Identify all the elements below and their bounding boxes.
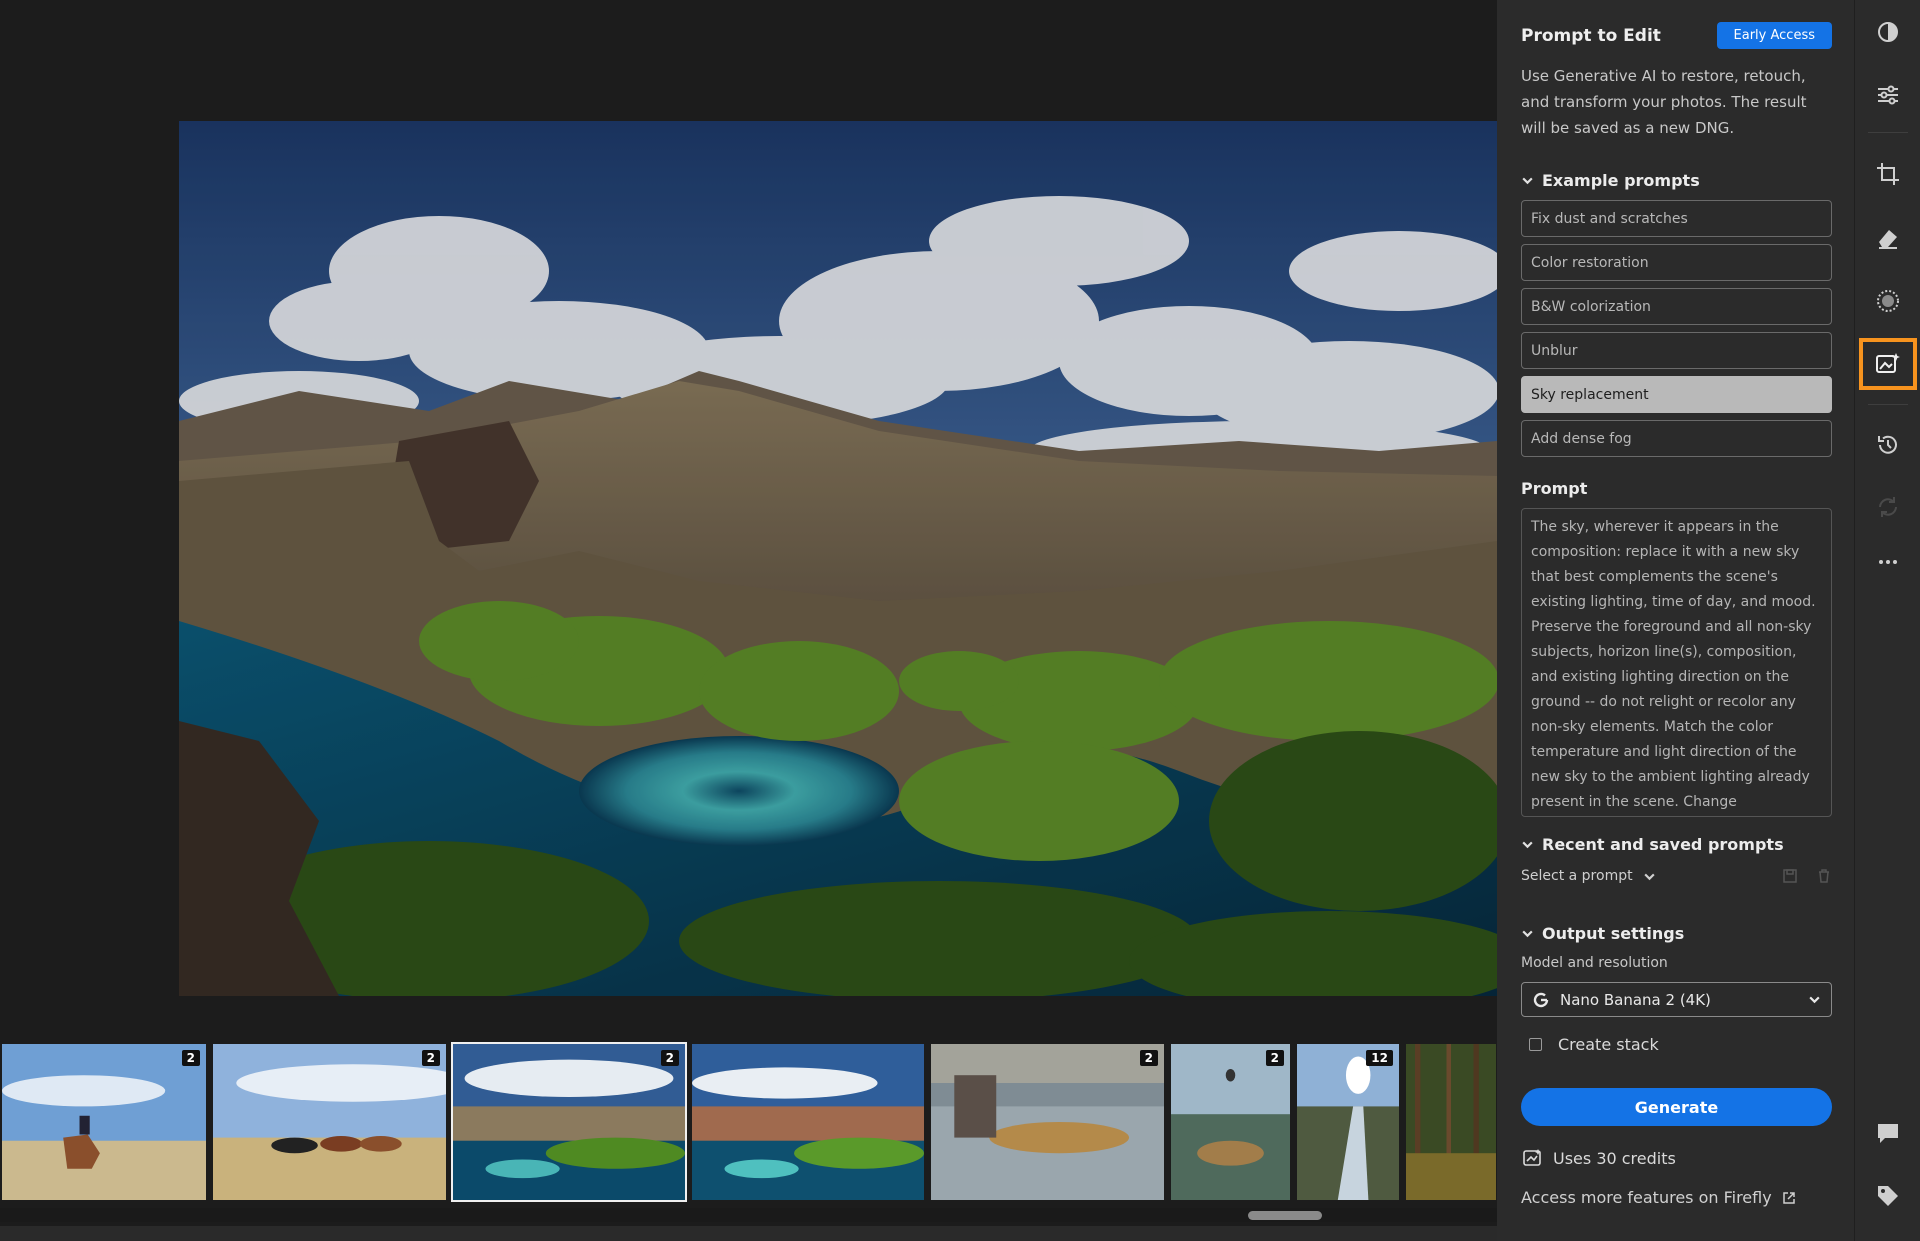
output-settings-heading: Output settings xyxy=(1542,924,1685,943)
tool-history[interactable] xyxy=(1868,425,1908,465)
comments-icon xyxy=(1878,1124,1898,1143)
filmstrip-thumbnail[interactable]: 2 xyxy=(0,1042,208,1202)
create-stack-checkbox[interactable] xyxy=(1529,1038,1542,1051)
panel-description: Use Generative AI to restore, retouch, a… xyxy=(1521,67,1807,137)
thumbnail-image xyxy=(2,1044,206,1200)
stack-count-badge[interactable]: 2 xyxy=(421,1050,440,1066)
stack-count-badge[interactable]: 12 xyxy=(1366,1050,1393,1066)
filmstrip-thumbnail[interactable]: 2 xyxy=(1169,1042,1292,1202)
filmstrip[interactable]: 2 2 2 2 2 12 xyxy=(0,1042,1497,1204)
prompt-to-edit-panel: Prompt to Edit Early Access Use Generati… xyxy=(1497,0,1854,1241)
tool-edit-presets[interactable] xyxy=(1868,12,1908,52)
filmstrip-scrollbar[interactable] xyxy=(0,1208,1497,1222)
filmstrip-thumbnail[interactable] xyxy=(1404,1042,1497,1202)
filmstrip-thumbnail[interactable] xyxy=(690,1042,926,1202)
crop-icon xyxy=(1877,163,1899,185)
recent-prompts-toggle[interactable]: Recent and saved prompts xyxy=(1521,835,1832,854)
history-icon xyxy=(1878,435,1897,454)
image-canvas[interactable]: 2 2 2 2 2 12 xyxy=(0,0,1497,1241)
credits-icon xyxy=(1523,1149,1541,1166)
chevron-down-icon xyxy=(1522,930,1533,938)
example-prompts-toggle[interactable]: Example prompts xyxy=(1521,171,1832,190)
credits-info: Uses 30 credits xyxy=(1521,1148,1832,1168)
create-stack-label: Create stack xyxy=(1558,1035,1659,1054)
delete-prompt-icon[interactable] xyxy=(1816,868,1832,884)
filmstrip-thumbnail[interactable]: 2 xyxy=(929,1042,1166,1202)
chevron-down-icon xyxy=(1643,873,1655,880)
example-prompt-chip[interactable]: Unblur xyxy=(1521,332,1832,369)
thumbnail-image xyxy=(931,1044,1164,1200)
tool-sync[interactable] xyxy=(1868,487,1908,527)
tool-crop[interactable] xyxy=(1868,154,1908,194)
main-photo[interactable] xyxy=(179,121,1497,996)
adjust-sliders-icon xyxy=(1878,85,1898,105)
more-icon xyxy=(1879,560,1897,564)
tool-comments[interactable] xyxy=(1868,1113,1908,1153)
chevron-down-icon xyxy=(1809,996,1820,1004)
google-icon xyxy=(1533,992,1549,1007)
edit-presets-icon xyxy=(1878,22,1898,42)
filmstrip-scroll-thumb[interactable] xyxy=(1248,1211,1322,1220)
select-prompt-label: Select a prompt xyxy=(1521,868,1633,884)
sync-icon xyxy=(1879,497,1897,517)
tool-adjust[interactable] xyxy=(1868,75,1908,115)
prompt-to-edit-icon xyxy=(1876,353,1900,373)
example-prompt-chip[interactable]: Fix dust and scratches xyxy=(1521,200,1832,237)
output-settings-toggle[interactable]: Output settings xyxy=(1521,924,1832,943)
filmstrip-thumbnail[interactable]: 2 xyxy=(451,1042,687,1202)
landscape-photo xyxy=(179,121,1497,996)
thumbnail-image xyxy=(1406,1044,1496,1200)
thumbnail-image xyxy=(213,1044,446,1200)
prompt-label: Prompt xyxy=(1521,479,1588,498)
model-value: Nano Banana 2 (4K) xyxy=(1560,990,1711,1009)
select-prompt-dropdown[interactable]: Select a prompt xyxy=(1521,868,1656,884)
tool-more[interactable] xyxy=(1868,542,1908,582)
tag-icon xyxy=(1878,1186,1898,1206)
tool-remove[interactable] xyxy=(1868,218,1908,258)
credits-text: Uses 30 credits xyxy=(1553,1148,1676,1168)
filmstrip-thumbnail[interactable]: 12 xyxy=(1295,1042,1401,1202)
thumbnail-image xyxy=(692,1044,924,1200)
model-label: Model and resolution xyxy=(1521,955,1668,971)
example-prompt-chip[interactable]: Color restoration xyxy=(1521,244,1832,281)
early-access-badge[interactable]: Early Access xyxy=(1716,22,1832,49)
right-toolbar xyxy=(1854,0,1920,1241)
tool-keywords[interactable] xyxy=(1868,1176,1908,1216)
firefly-link-text: Access more features on Firefly xyxy=(1521,1188,1772,1207)
stack-count-badge[interactable]: 2 xyxy=(1265,1050,1284,1066)
tool-prompt-to-edit[interactable] xyxy=(1859,338,1917,390)
bottom-bar xyxy=(0,1226,1497,1241)
filmstrip-thumbnail[interactable]: 2 xyxy=(211,1042,448,1202)
stack-count-badge[interactable]: 2 xyxy=(660,1050,679,1066)
stack-count-badge[interactable]: 2 xyxy=(1139,1050,1158,1066)
create-stack-row[interactable]: Create stack xyxy=(1521,1035,1832,1054)
chevron-down-icon xyxy=(1522,841,1533,849)
example-prompt-chip[interactable]: Sky replacement xyxy=(1521,376,1832,413)
example-prompts-heading: Example prompts xyxy=(1542,171,1700,190)
save-prompt-icon[interactable] xyxy=(1782,868,1798,884)
model-select[interactable]: Nano Banana 2 (4K) xyxy=(1521,982,1832,1017)
stack-count-badge[interactable]: 2 xyxy=(181,1050,200,1066)
recent-prompts-heading: Recent and saved prompts xyxy=(1542,835,1784,854)
thumbnail-image xyxy=(1297,1044,1399,1200)
example-prompts-list: Fix dust and scratches Color restoration B… xyxy=(1521,200,1832,457)
thumbnail-image xyxy=(1171,1044,1290,1200)
example-prompt-chip[interactable]: Add dense fog xyxy=(1521,420,1832,457)
chevron-down-icon xyxy=(1522,177,1533,185)
firefly-link[interactable]: Access more features on Firefly xyxy=(1521,1188,1832,1207)
prompt-textarea[interactable]: The sky, wherever it appears in the comp… xyxy=(1521,508,1832,817)
panel-title: Prompt to Edit xyxy=(1521,25,1661,46)
example-prompt-chip[interactable]: B&W colorization xyxy=(1521,288,1832,325)
external-link-icon xyxy=(1782,1191,1795,1204)
generate-button[interactable]: Generate xyxy=(1521,1088,1832,1126)
eraser-icon xyxy=(1879,230,1897,249)
masking-icon xyxy=(1877,290,1899,312)
thumbnail-image xyxy=(453,1044,685,1200)
tool-masking[interactable] xyxy=(1868,281,1908,321)
